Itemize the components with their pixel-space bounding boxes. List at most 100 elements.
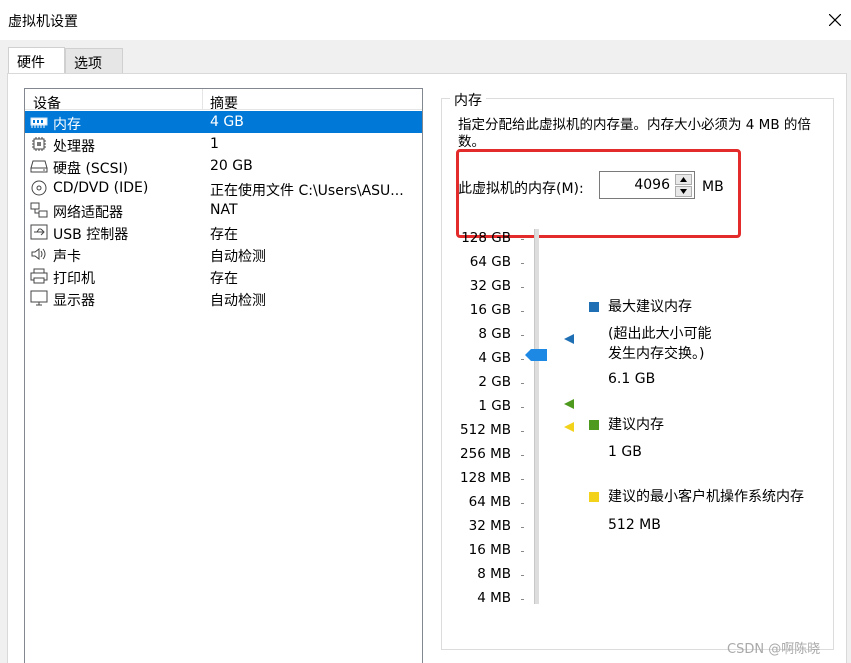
min-guest-marker — [564, 422, 574, 432]
hard-disk-icon — [30, 160, 48, 173]
window-title: 虚拟机设置 — [8, 14, 78, 30]
display-icon — [30, 290, 48, 306]
watermark: CSDN @啊陈晓 — [727, 642, 821, 657]
scale-label: 16 GB — [469, 302, 511, 318]
device-list[interactable]: 设备 摘要 内存 4 GB 处理器 1 硬盘 (SCSI) 20 GB CD/D… — [24, 88, 423, 663]
device-row-sound-card[interactable]: 声卡 自动检测 — [25, 243, 422, 265]
printer-icon — [30, 268, 48, 284]
device-name: 显示器 — [53, 293, 95, 309]
legend-max-note2: 发生内存交换。) — [608, 346, 705, 362]
scale-tick — [521, 479, 524, 480]
legend-max-swatch — [589, 302, 599, 312]
scale-label: 256 MB — [460, 446, 511, 462]
legend-max-note1: (超出此大小可能 — [608, 326, 712, 342]
memory-group-title: 内存 — [450, 90, 486, 110]
device-row-network-adapter[interactable]: 网络适配器 NAT — [25, 199, 422, 221]
legend-recommended-swatch — [589, 420, 599, 430]
device-summary: 20 GB — [210, 158, 253, 174]
scale-tick — [521, 527, 524, 528]
device-row-usb[interactable]: USB 控制器 存在 — [25, 221, 422, 243]
column-summary[interactable]: 摘要 — [210, 93, 238, 113]
device-list-header: 设备 摘要 — [25, 89, 422, 113]
tab-options-label: 选项 — [74, 56, 102, 72]
scale-tick — [521, 287, 524, 288]
scale-label: 16 MB — [468, 542, 511, 558]
scale-tick — [521, 599, 524, 600]
device-name: 打印机 — [53, 271, 95, 287]
title-bar: 虚拟机设置 — [0, 0, 851, 40]
usb-icon — [30, 224, 48, 240]
scale-label: 32 MB — [468, 518, 511, 534]
scale-label: 64 MB — [468, 494, 511, 510]
device-summary: 正在使用文件 C:\Users\ASU... — [210, 183, 404, 199]
scale-tick — [521, 335, 524, 336]
scale-tick — [521, 431, 524, 432]
legend-max-value: 6.1 GB — [608, 371, 656, 387]
device-name: 内存 — [53, 117, 81, 133]
device-row-hard-disk[interactable]: 硬盘 (SCSI) 20 GB — [25, 155, 422, 177]
scale-tick — [521, 551, 524, 552]
legend-min-guest-swatch — [589, 492, 599, 502]
scale-tick — [521, 575, 524, 576]
tab-hardware-label: 硬件 — [17, 55, 45, 71]
device-summary: 存在 — [210, 271, 238, 287]
close-icon — [829, 14, 841, 26]
cd-dvd-icon — [31, 180, 47, 196]
scale-tick — [521, 383, 524, 384]
scale-tick — [521, 311, 524, 312]
recommended-marker — [564, 399, 574, 409]
scale-tick — [521, 359, 524, 360]
column-separator — [202, 89, 203, 110]
legend-recommended-title: 建议内存 — [608, 417, 664, 433]
legend-max-title: 最大建议内存 — [608, 299, 692, 315]
sound-card-icon — [31, 248, 46, 260]
device-summary: NAT — [210, 202, 238, 218]
column-device[interactable]: 设备 — [33, 93, 61, 113]
network-adapter-icon — [30, 202, 48, 218]
device-name: 硬盘 (SCSI) — [53, 161, 129, 177]
scale-label: 8 MB — [477, 566, 511, 582]
memory-slider-track[interactable] — [534, 229, 539, 604]
device-row-processor[interactable]: 处理器 1 — [25, 133, 422, 155]
device-summary: 自动检测 — [210, 249, 266, 265]
memory-description: 指定分配给此虚拟机的内存量。内存大小必须为 4 MB 的倍数。 — [458, 117, 811, 150]
device-summary: 自动检测 — [210, 293, 266, 309]
scale-label: 512 MB — [460, 422, 511, 438]
legend-recommended-value: 1 GB — [608, 444, 642, 460]
device-name: 网络适配器 — [53, 205, 123, 221]
device-row-memory[interactable]: 内存 4 GB — [25, 111, 422, 133]
tab-options[interactable]: 选项 — [65, 48, 123, 73]
scale-label: 4 MB — [477, 590, 511, 606]
device-name: USB 控制器 — [53, 227, 129, 243]
scale-label: 4 GB — [478, 350, 511, 366]
device-row-printer[interactable]: 打印机 存在 — [25, 265, 422, 287]
device-summary: 1 — [210, 136, 219, 152]
scale-tick — [521, 503, 524, 504]
scale-tick — [521, 239, 524, 240]
processor-icon — [32, 137, 46, 151]
device-summary: 存在 — [210, 227, 238, 243]
device-name: 处理器 — [53, 139, 95, 155]
tab-hardware[interactable]: 硬件 — [8, 47, 65, 74]
scale-tick — [521, 407, 524, 408]
memory-slider-thumb[interactable] — [525, 349, 547, 361]
scale-label: 128 GB — [461, 230, 511, 246]
device-name: 声卡 — [53, 249, 81, 265]
scale-label: 128 MB — [460, 470, 511, 486]
device-row-cd-dvd[interactable]: CD/DVD (IDE) 正在使用文件 C:\Users\ASU... — [25, 177, 422, 199]
max-recommended-marker — [564, 334, 574, 344]
scale-label: 64 GB — [469, 254, 511, 270]
legend-min-guest-title: 建议的最小客户机操作系统内存 — [608, 489, 804, 505]
scale-label: 8 GB — [478, 326, 511, 342]
device-summary: 4 GB — [210, 114, 244, 130]
scale-label: 1 GB — [478, 398, 511, 414]
close-button[interactable] — [818, 4, 851, 36]
device-name: CD/DVD (IDE) — [53, 180, 149, 196]
scale-label: 2 GB — [478, 374, 511, 390]
scale-tick — [521, 263, 524, 264]
scale-label: 32 GB — [469, 278, 511, 294]
scale-tick — [521, 455, 524, 456]
red-highlight-box — [456, 149, 741, 238]
hardware-panel: 设备 摘要 内存 4 GB 处理器 1 硬盘 (SCSI) 20 GB CD/D… — [7, 73, 847, 663]
device-row-display[interactable]: 显示器 自动检测 — [25, 287, 422, 309]
